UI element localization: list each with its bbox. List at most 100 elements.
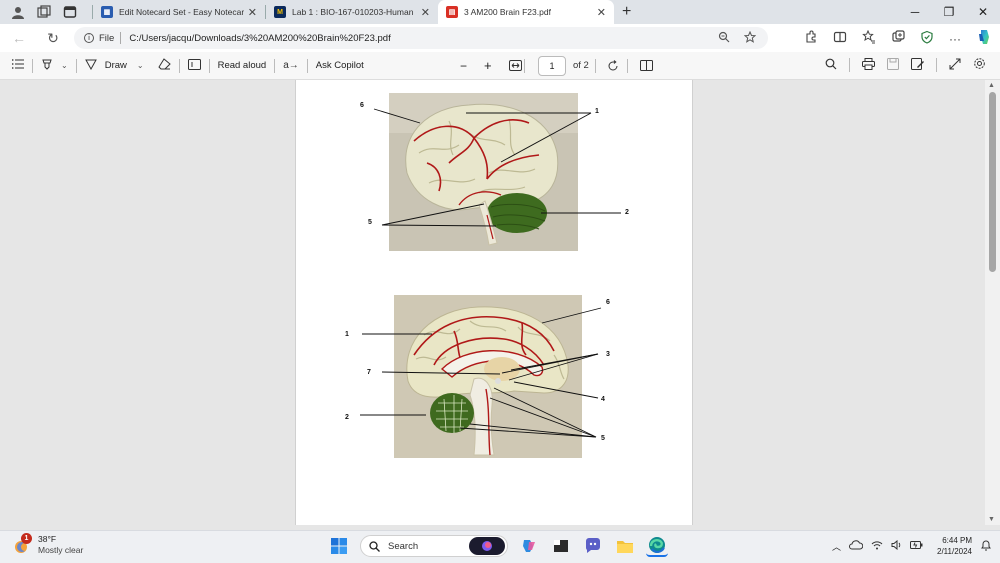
ask-copilot-button[interactable]: Ask Copilot xyxy=(316,60,364,71)
draw-dropdown-chevron-down-icon[interactable]: ⌄ xyxy=(137,61,144,70)
close-window-button[interactable]: ✕ xyxy=(966,0,1000,24)
workspaces-icon[interactable] xyxy=(36,4,52,20)
figure2-label-4: 4 xyxy=(601,396,605,403)
url-field[interactable]: i File C:/Users/jacqu/Downloads/3%20AM20… xyxy=(74,27,768,49)
eraser-icon[interactable] xyxy=(157,58,171,73)
minimize-button[interactable]: ─ xyxy=(898,0,932,24)
tab-strip: ▦ Edit Notecard Set - Easy Notecar ✕ M L… xyxy=(0,0,1000,24)
taskbar: 1 38°F Mostly clear Search ︿ 6:44 PM 2/1… xyxy=(0,530,1000,563)
figure2-label-1: 1 xyxy=(345,331,349,338)
weather-temp: 38°F xyxy=(38,534,57,544)
terminal-app-icon[interactable] xyxy=(550,535,572,557)
fullscreen-icon[interactable] xyxy=(949,58,961,73)
highlight-dropdown-chevron-down-icon[interactable]: ⌄ xyxy=(61,61,68,70)
save-icon[interactable] xyxy=(887,57,899,73)
close-tab-icon[interactable]: ✕ xyxy=(593,6,606,19)
weather-moon-icon: 1 xyxy=(12,533,32,555)
pdf-page: 6 1 5 2 6 1 3 7 4 2 5 xyxy=(295,80,693,525)
volume-icon[interactable] xyxy=(891,539,902,552)
contents-list-icon[interactable] xyxy=(12,59,24,72)
onedrive-cloud-icon[interactable] xyxy=(849,540,864,552)
figure2-label-6: 6 xyxy=(606,299,610,306)
text-box-icon[interactable] xyxy=(187,58,201,73)
brain-midsagittal-photo xyxy=(394,295,582,458)
save-as-icon[interactable] xyxy=(911,57,924,73)
print-icon[interactable] xyxy=(862,57,875,73)
brain-lateral-photo xyxy=(389,93,578,251)
address-bar: ← ↻ i File C:/Users/jacqu/Downloads/3%20… xyxy=(0,24,1000,52)
figure1-label-1: 1 xyxy=(595,108,599,115)
search-icon xyxy=(369,540,380,552)
extensions-icon[interactable] xyxy=(804,30,818,47)
split-screen-icon[interactable] xyxy=(833,30,847,47)
figure2-label-7: 7 xyxy=(367,369,371,376)
zoom-out-button[interactable]: − xyxy=(460,59,467,73)
scroll-down-arrow-icon[interactable]: ▼ xyxy=(988,516,995,523)
pdf-favicon-icon: ▤ xyxy=(446,6,458,18)
close-tab-icon[interactable]: ✕ xyxy=(417,6,430,19)
rotate-icon[interactable] xyxy=(607,60,619,75)
clock-date: 2/11/2024 xyxy=(937,547,972,556)
pdf-viewer[interactable]: 6 1 5 2 6 1 3 7 4 2 5 xyxy=(0,80,985,525)
settings-gear-icon[interactable] xyxy=(973,57,986,73)
weather-condition: Mostly clear xyxy=(38,545,84,555)
figure2-label-2: 2 xyxy=(345,414,349,421)
restore-button[interactable]: ❐ xyxy=(932,0,966,24)
copilot-icon[interactable] xyxy=(976,28,994,49)
collections-icon[interactable] xyxy=(891,30,905,47)
copilot-app-icon[interactable] xyxy=(518,535,540,557)
weather-alert-badge: 1 xyxy=(21,533,32,544)
chat-app-icon[interactable] xyxy=(582,535,604,557)
profile-icon[interactable] xyxy=(10,4,26,20)
read-aloud-button[interactable]: Read aloud xyxy=(218,60,267,71)
figure2-label-3: 3 xyxy=(606,351,610,358)
scroll-up-arrow-icon[interactable]: ▲ xyxy=(988,82,995,89)
zoom-icon[interactable] xyxy=(718,31,730,46)
tray-overflow-chevron-up-icon[interactable]: ︿ xyxy=(832,540,841,553)
fit-width-icon[interactable] xyxy=(509,60,522,74)
figure1-label-2: 2 xyxy=(625,209,629,216)
page-count: of 2 xyxy=(573,60,589,71)
page-view-icon[interactable] xyxy=(640,60,653,74)
tab-actions-icon[interactable] xyxy=(62,4,78,20)
wifi-icon[interactable] xyxy=(871,540,883,552)
edge-browser-icon[interactable] xyxy=(646,535,668,557)
url-text[interactable]: C:/Users/jacqu/Downloads/3%20AM200%20Bra… xyxy=(129,33,390,44)
figure2-label-5: 5 xyxy=(601,435,605,442)
clock[interactable]: 6:44 PM 2/11/2024 xyxy=(937,535,972,557)
taskbar-search-input[interactable]: Search xyxy=(360,535,508,557)
university-favicon-icon: M xyxy=(274,6,286,18)
start-windows-icon[interactable] xyxy=(328,535,350,557)
highlight-icon[interactable] xyxy=(41,58,53,73)
favorites-icon[interactable] xyxy=(862,29,876,47)
search-icon[interactable] xyxy=(825,58,837,73)
draw-button[interactable]: Draw xyxy=(105,60,127,71)
more-menu-icon[interactable]: ··· xyxy=(949,32,961,46)
browser-essentials-icon[interactable] xyxy=(920,30,934,47)
figure1-label-5: 5 xyxy=(368,219,372,226)
back-button[interactable]: ← xyxy=(10,29,28,47)
pdf-toolbar: ⌄ Draw ⌄ Read aloud a→ Ask Copilot − + 1… xyxy=(0,52,1000,80)
info-icon[interactable]: i xyxy=(84,33,94,43)
new-tab-button[interactable]: + xyxy=(622,3,631,21)
tab-pdf[interactable]: ▤ 3 AM200 Brain F23.pdf ✕ xyxy=(438,0,614,24)
file-explorer-icon[interactable] xyxy=(614,535,636,557)
draw-icon[interactable] xyxy=(84,58,97,73)
notecard-favicon-icon: ▦ xyxy=(101,6,113,18)
refresh-button[interactable]: ↻ xyxy=(44,29,62,47)
clock-time: 6:44 PM xyxy=(942,536,972,545)
vertical-scrollbar[interactable]: ▲ ▼ xyxy=(985,80,1000,525)
copilot-search-icon xyxy=(469,537,505,555)
page-number-input[interactable]: 1 xyxy=(538,56,566,76)
zoom-in-button[interactable]: + xyxy=(484,58,492,73)
favorite-star-icon[interactable] xyxy=(743,30,757,46)
translate-icon[interactable]: a→ xyxy=(283,60,299,71)
notification-bell-icon[interactable] xyxy=(980,539,992,553)
tab-notecard[interactable]: ▦ Edit Notecard Set - Easy Notecar ✕ xyxy=(93,0,265,24)
tab-lab[interactable]: M Lab 1 : BIO-167-010203-Human ✕ xyxy=(266,0,438,24)
close-tab-icon[interactable]: ✕ xyxy=(244,6,257,19)
system-tray: ︿ 6:44 PM 2/11/2024 xyxy=(832,535,992,557)
weather-widget[interactable]: 1 38°F Mostly clear xyxy=(12,533,84,556)
scrollbar-thumb[interactable] xyxy=(989,92,996,272)
battery-icon[interactable] xyxy=(910,540,923,552)
